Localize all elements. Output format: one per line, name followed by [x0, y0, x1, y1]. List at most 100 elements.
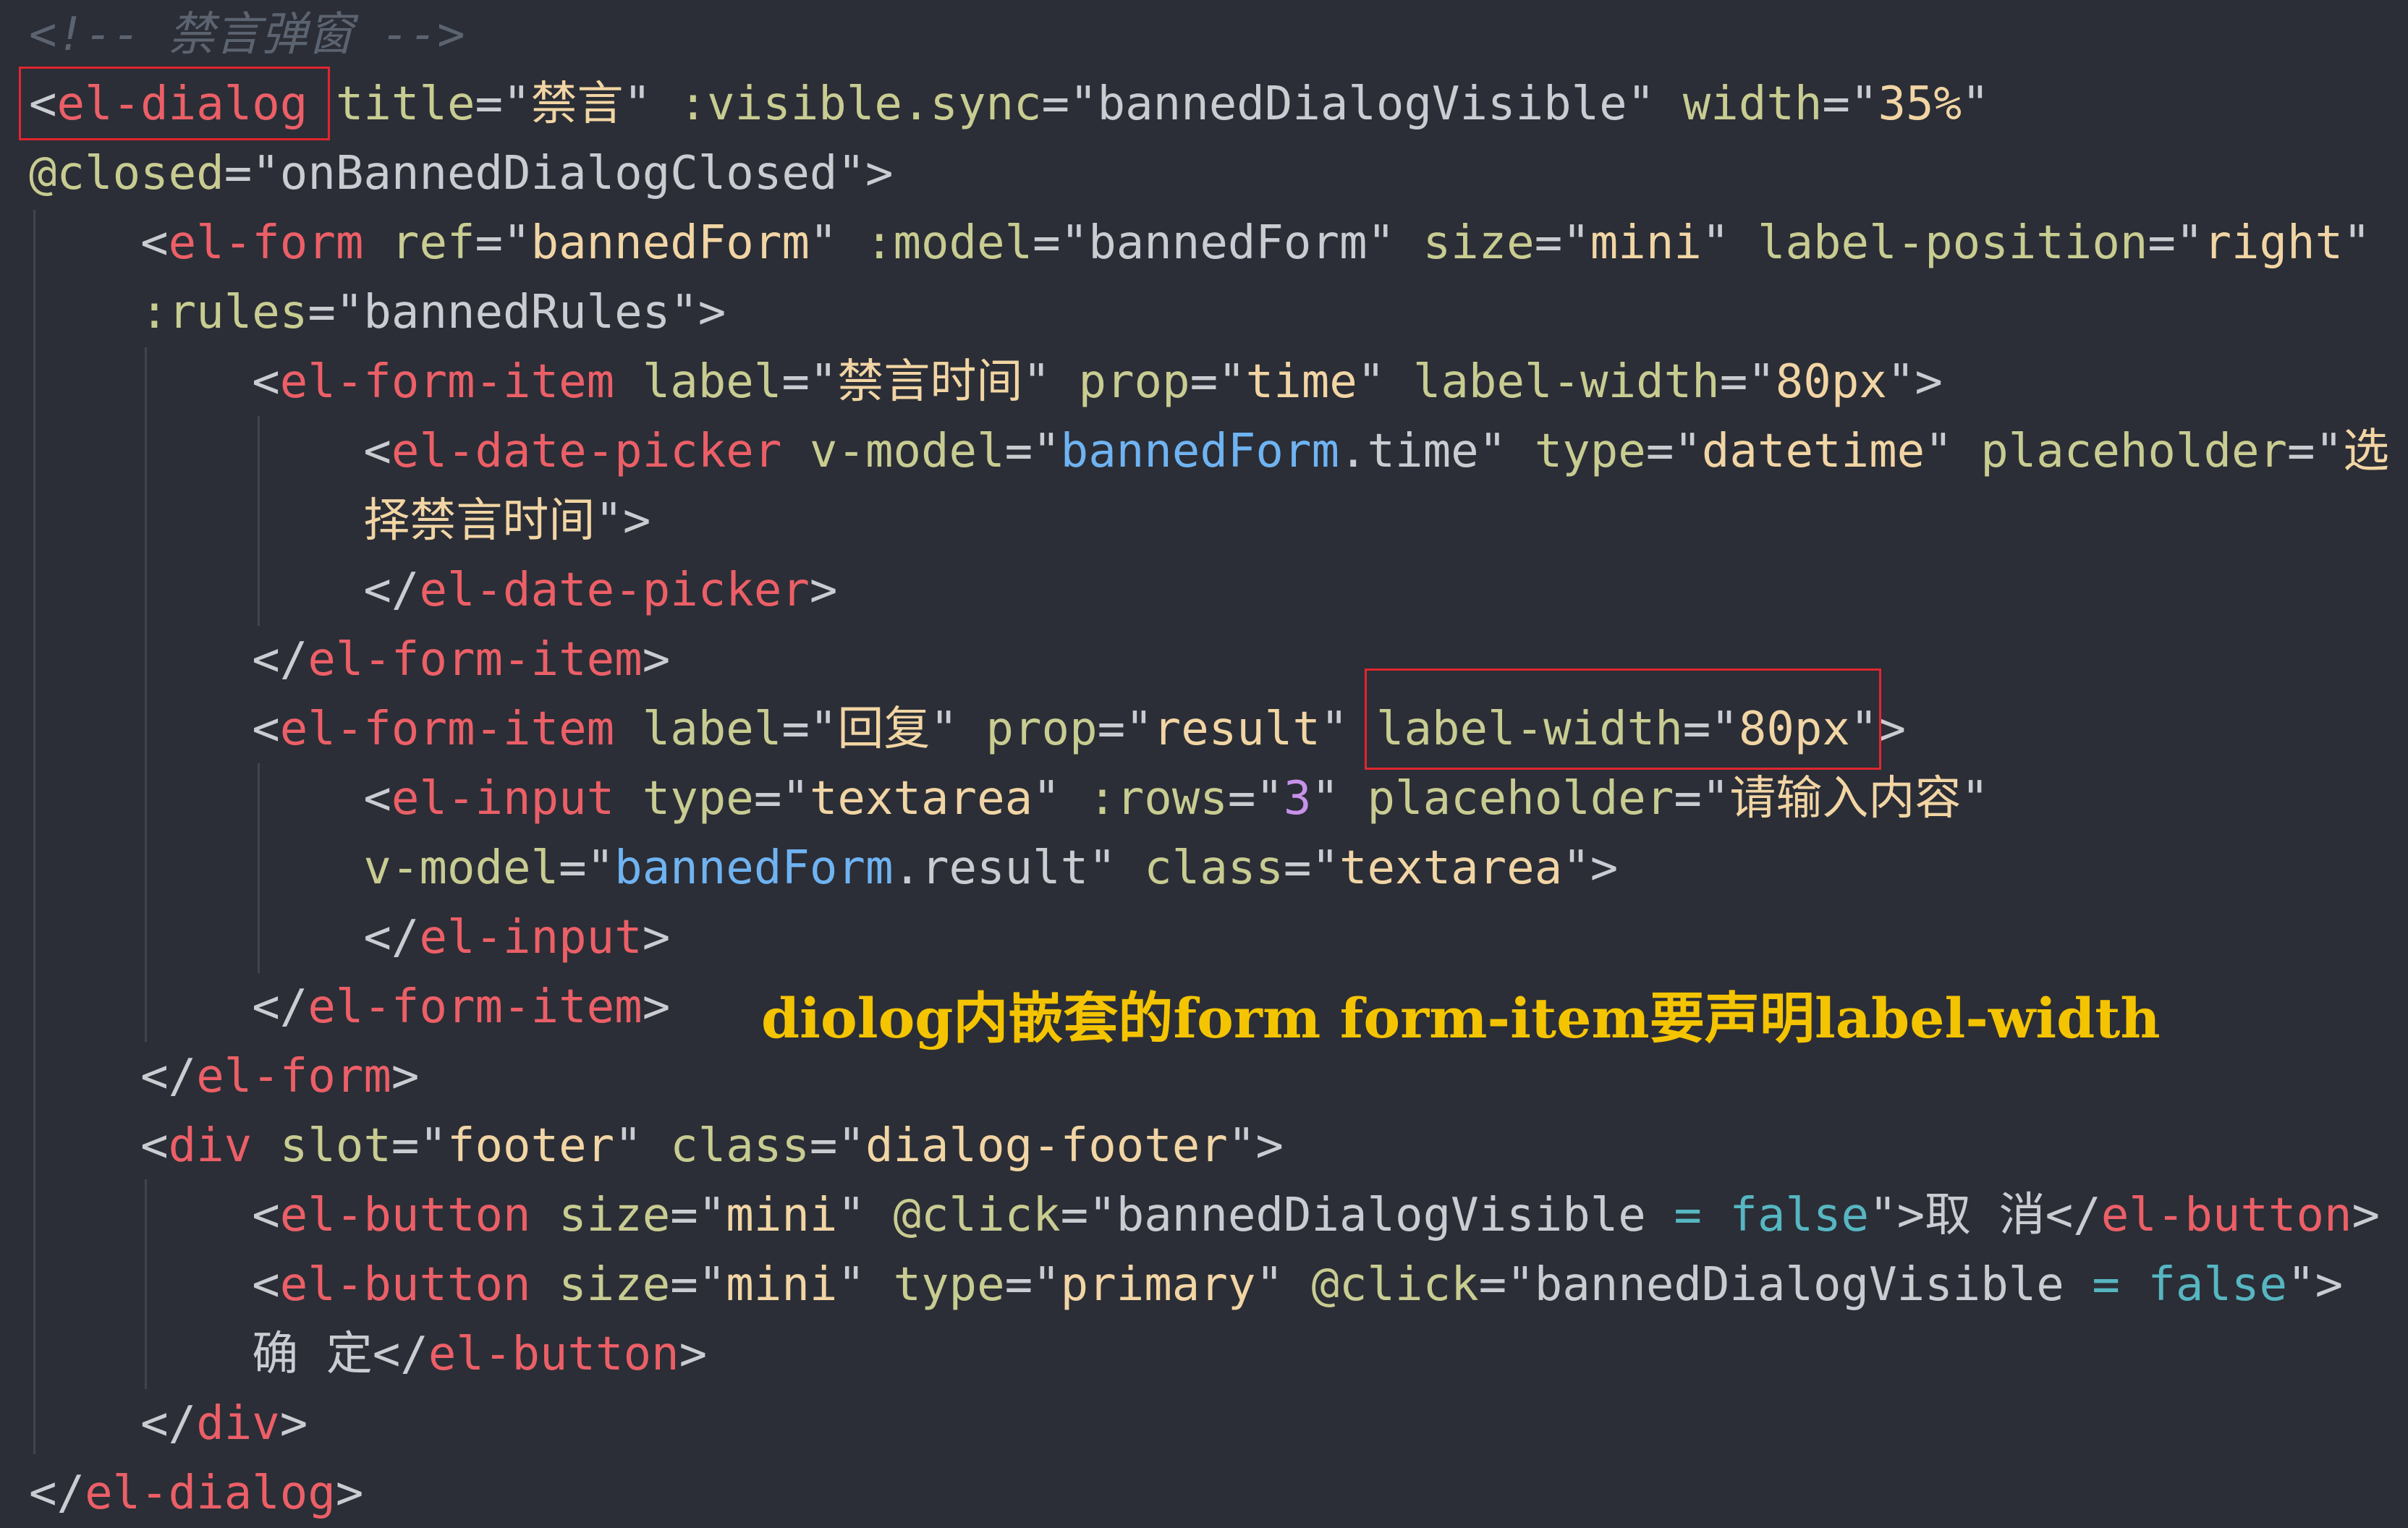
code-token-str: 禁言: [530, 77, 624, 131]
code-token-tag: el-date-picker: [391, 425, 782, 478]
code-line: </el-form-item>: [29, 625, 670, 695]
code-token-txt: ">取 消</: [1869, 1189, 2101, 1242]
code-token-txt: ": [1311, 772, 1368, 825]
code-token-str: mini: [726, 1189, 838, 1242]
code-token-txt: >: [809, 564, 838, 617]
code-line: <div slot="footer" class="dialog-footer"…: [29, 1111, 1284, 1181]
code-token-txt: </: [29, 1467, 85, 1520]
code-token-attr: :rows: [1088, 772, 1228, 825]
code-token-txt: =": [1674, 772, 1730, 825]
code-token-txt: ">: [1562, 841, 1619, 895]
code-token-str: primary: [1060, 1258, 1256, 1312]
code-token-txt: </: [29, 564, 420, 617]
code-token-txt: <: [29, 772, 391, 825]
code-token-txt: <: [29, 1258, 280, 1312]
code-token-txt: >: [279, 1397, 308, 1451]
code-token-txt: =": [1283, 841, 1339, 895]
code-token-attr: type: [893, 1258, 1005, 1312]
code-line: </el-input>: [29, 903, 670, 972]
code-token-var: bannedForm: [1060, 425, 1339, 478]
code-token-num: 3: [1283, 772, 1312, 825]
code-token-var: bannedForm: [614, 841, 894, 895]
code-token-txt: </: [29, 633, 308, 687]
code-token-txt: =": [2287, 425, 2344, 478]
code-token-tag: el-button: [279, 1258, 531, 1312]
code-token-attr: :rules: [140, 286, 308, 339]
code-token-str: time: [1245, 355, 1357, 409]
code-token-txt: <: [29, 425, 391, 478]
code-token-txt: =": [781, 355, 838, 409]
code-token-str: textarea: [809, 772, 1033, 825]
code-token-txt: =": [1004, 425, 1061, 478]
code-token-txt: =": [781, 703, 838, 756]
code-token-txt: =": [670, 1189, 726, 1242]
code-token-attr: slot: [279, 1119, 391, 1173]
code-line: </el-form-item>: [29, 972, 670, 1042]
code-token-attr: title: [335, 77, 475, 131]
code-editor[interactable]: <!-- 禁言弹窗 --> <el-dialog title="禁言" :visi…: [0, 0, 2408, 1525]
highlight-box-el-dialog: [19, 67, 330, 140]
code-line: :rules="bannedRules">: [29, 278, 726, 347]
code-line: <el-form-item label="禁言时间" prop="time" l…: [29, 347, 1943, 417]
code-token-attr: type: [642, 772, 754, 825]
code-token-str: 回复: [837, 703, 930, 756]
code-token-txt: >: [391, 1050, 420, 1103]
code-token-str: 35%: [1878, 77, 1962, 131]
code-token-str: right: [2203, 216, 2344, 270]
code-token-tag: el-form: [168, 216, 364, 270]
code-token-txt: <: [29, 355, 280, 409]
code-token-txt: =": [391, 1119, 447, 1173]
code-token-kw: false: [1729, 1189, 1870, 1242]
code-token-txt: ="bannedDialogVisible: [1060, 1189, 1674, 1242]
code-token-tag: el-button: [428, 1328, 679, 1381]
code-token-txt: ">: [1886, 355, 1943, 409]
code-token-str: bannedForm: [530, 216, 810, 270]
code-token-str: dialog-footer: [865, 1119, 1228, 1173]
code-token-txt: =": [809, 1119, 865, 1173]
code-token-txt: ": [809, 216, 865, 270]
code-token-txt: ": [837, 1189, 894, 1242]
code-token-txt: .result": [893, 841, 1145, 895]
code-token-attr: width: [1682, 77, 1823, 131]
code-token-tag: el-form-item: [279, 703, 615, 756]
code-line: </el-dialog>: [29, 1459, 363, 1528]
code-token-txt: =": [559, 841, 615, 895]
code-token-tag: div: [196, 1397, 280, 1451]
code-token-txt: 确 定</: [29, 1328, 428, 1381]
code-token-txt: ">: [2287, 1258, 2344, 1312]
highlight-box-label-width: [1365, 668, 1881, 770]
code-line: </el-date-picker>: [29, 556, 837, 625]
code-token-txt: =": [753, 772, 810, 825]
code-token-str: mini: [1590, 216, 1702, 270]
code-token-attr: placeholder: [1980, 425, 2288, 478]
code-token-txt: =": [1097, 703, 1153, 756]
code-token-attr: type: [1534, 425, 1646, 478]
code-token-txt: <: [29, 1119, 169, 1173]
code-token-str: 选: [2343, 425, 2390, 478]
code-token-txt: ": [1022, 355, 1079, 409]
code-token-str: 请输入内容: [1729, 772, 1962, 825]
code-token-str: 80px: [1775, 355, 1887, 409]
code-line: </div>: [29, 1389, 308, 1459]
code-token-tag: el-form-item: [308, 980, 643, 1034]
code-token-txt: <: [29, 216, 169, 270]
code-line: </el-form>: [29, 1042, 419, 1111]
code-line: <el-date-picker v-model="bannedForm.time…: [29, 417, 2389, 486]
code-token-attr: label-position: [1757, 216, 2148, 270]
code-token-attr: v-model: [363, 841, 559, 895]
code-token-txt: ": [623, 77, 679, 131]
code-token-tag: el-button: [279, 1189, 531, 1242]
code-token-txt: ="bannedDialogVisible": [1041, 77, 1683, 131]
code-token-txt: >: [335, 1467, 364, 1520]
code-token-txt: ": [614, 1119, 671, 1173]
